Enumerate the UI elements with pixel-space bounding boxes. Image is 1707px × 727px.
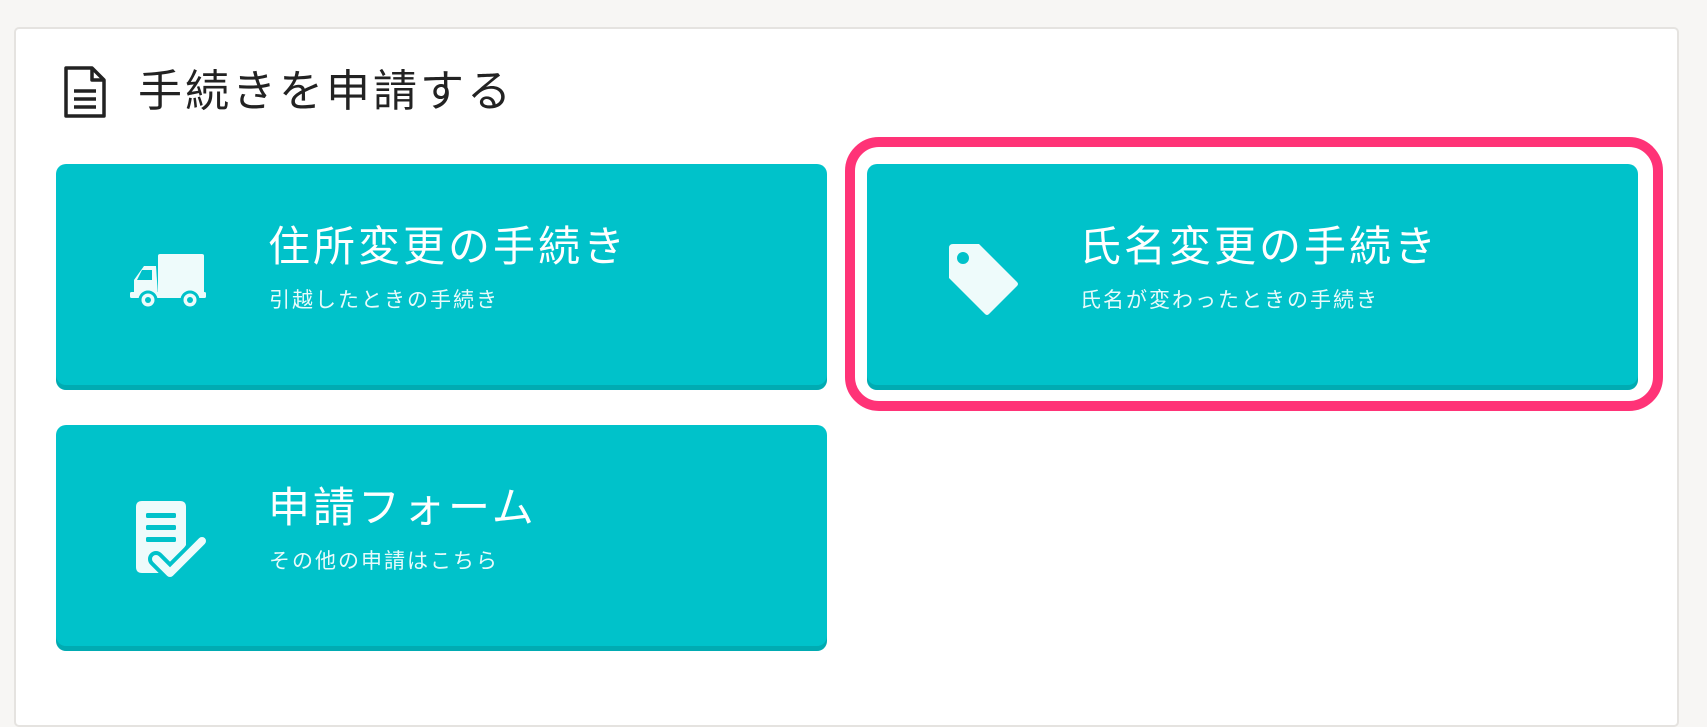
card-subtitle: その他の申請はこちら [269, 549, 499, 573]
name-change-card[interactable]: 氏名変更の手続き 氏名が変わったときの手続き [867, 164, 1638, 385]
truck-icon [128, 236, 212, 320]
address-change-card[interactable]: 住所変更の手続き 引越したときの手続き [56, 164, 827, 385]
tag-icon [939, 236, 1023, 320]
card-title: 申請フォーム [268, 483, 537, 532]
card-subtitle: 引越したときの手続き [269, 288, 499, 312]
card-title: 氏名変更の手続き [1079, 222, 1440, 271]
section-header: 手続きを申請する [62, 60, 514, 124]
document-icon [64, 66, 106, 118]
card-subtitle: 氏名が変わったときの手続き [1080, 288, 1379, 312]
application-form-card[interactable]: 申請フォーム その他の申請はこちら [56, 425, 827, 646]
page-title: 手続きを申請する [138, 66, 514, 117]
form-check-icon [128, 497, 212, 581]
card-title: 住所変更の手続き [268, 222, 629, 271]
